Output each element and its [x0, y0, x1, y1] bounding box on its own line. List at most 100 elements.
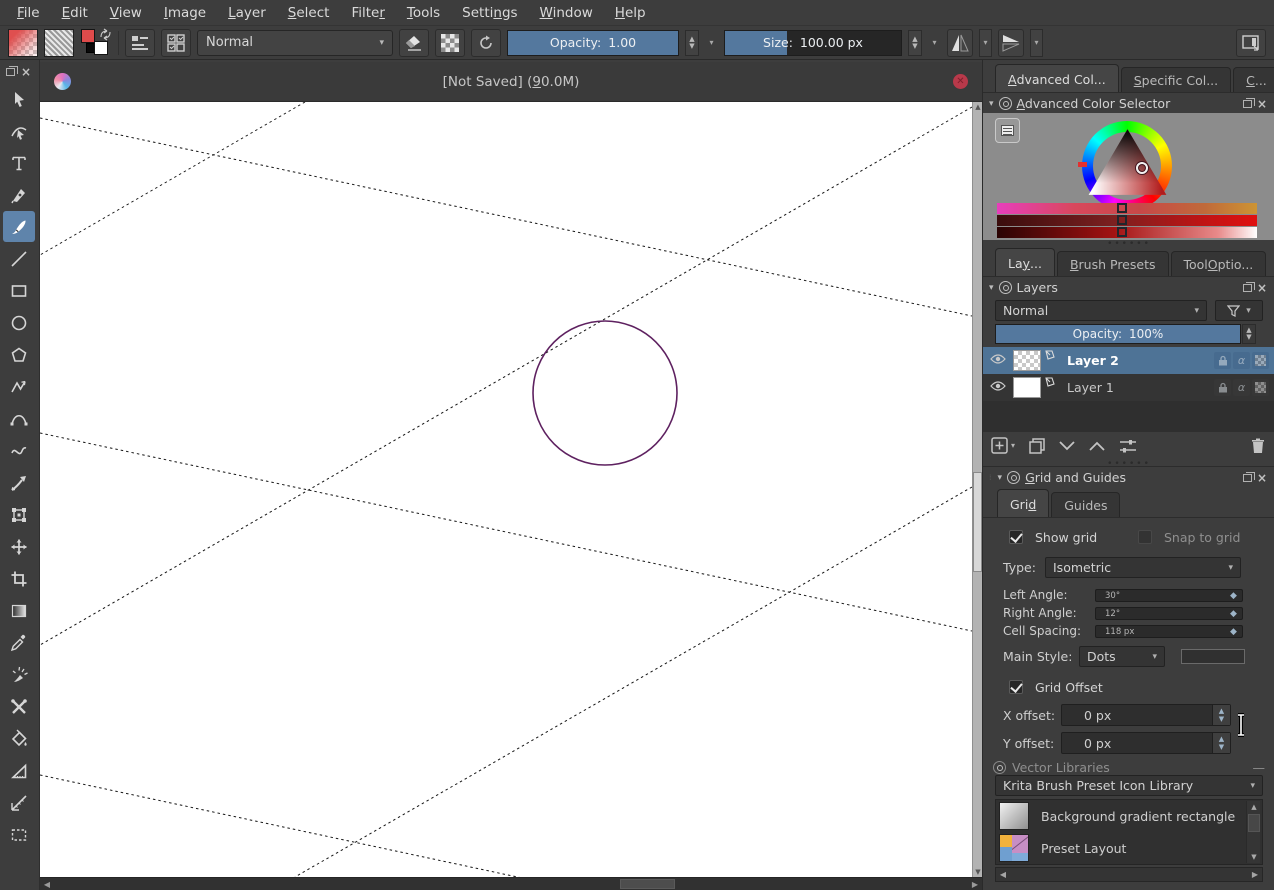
freehand-path-tool[interactable] — [3, 435, 35, 466]
pattern-swatch-button[interactable] — [44, 28, 74, 57]
smart-patch-tool[interactable] — [3, 659, 35, 690]
freehand-brush-tool[interactable] — [3, 211, 35, 242]
snap-to-grid-checkbox[interactable]: Snap to grid — [1138, 530, 1240, 545]
assistants-tool[interactable] — [3, 755, 35, 786]
list-item[interactable]: Background gradient rectangle — [996, 800, 1262, 832]
layer-visibility-eye-icon[interactable] — [983, 380, 1013, 395]
tab-b[interactable]: Brush Presets — [1056, 251, 1169, 277]
tab-grid[interactable]: Gri d — [997, 489, 1050, 518]
scroll-left-icon[interactable]: ◀ — [40, 878, 54, 890]
opacity-stepper[interactable]: ▲ ▼ — [685, 29, 699, 56]
lock-icon[interactable] — [1214, 379, 1231, 396]
horizontal-scrollbar-thumb[interactable] — [620, 879, 675, 889]
menu-file[interactable]: File — [6, 2, 51, 24]
layer-row[interactable]: Layer 2 α — [983, 347, 1274, 374]
scroll-left-icon[interactable]: ◀ — [996, 870, 1010, 879]
transform-tool[interactable] — [3, 499, 35, 530]
inherit-alpha-icon[interactable] — [1252, 379, 1269, 396]
layer-row[interactable]: Layer 1 α — [983, 374, 1274, 401]
alpha-lock-icon[interactable]: α — [1233, 352, 1250, 369]
close-docker-icon[interactable]: × — [1257, 282, 1267, 294]
opacity-options-caret[interactable]: ▾ — [705, 30, 718, 56]
text-tool[interactable] — [3, 147, 35, 178]
blend-mode-combo[interactable]: Normal ▾ — [197, 29, 393, 56]
layer-filter-button[interactable]: ▾ — [1215, 300, 1263, 321]
scroll-up-icon[interactable]: ▲ — [1247, 801, 1261, 813]
stepper-diamond-icon[interactable]: ◆ — [1230, 610, 1239, 619]
preserve-alpha-button[interactable] — [435, 28, 465, 57]
layer-properties-button[interactable] — [1119, 439, 1137, 453]
delete-layer-button[interactable] — [1251, 438, 1265, 454]
menu-tools[interactable]: Tools — [396, 2, 451, 24]
tab-c[interactable]: C... — [1233, 67, 1274, 93]
menu-settings[interactable]: Settings — [451, 2, 528, 24]
eraser-mode-button[interactable] — [399, 28, 429, 57]
rectangle-tool[interactable] — [3, 275, 35, 306]
crop-tool[interactable] — [3, 563, 35, 594]
choose-brush-preset-button[interactable] — [161, 28, 191, 57]
tab-a[interactable]: Advanced Col... — [995, 64, 1119, 93]
minimize-icon[interactable]: — — [1253, 761, 1266, 774]
size-stepper[interactable]: ▲ ▼ — [908, 29, 922, 56]
menu-help[interactable]: Help — [604, 2, 657, 24]
offset-spinbox[interactable]: 0 px ▲ ▼ — [1061, 704, 1231, 726]
size-slider[interactable]: Size: 100.00 px — [724, 29, 902, 56]
stepper-diamond-icon[interactable]: ◆ — [1230, 592, 1239, 601]
menu-window[interactable]: Window — [529, 2, 604, 24]
move-layer-down-button[interactable] — [1059, 440, 1075, 451]
gradient-swatch-button[interactable] — [8, 28, 38, 57]
tab-toolo[interactable]: Tool Optio... — [1170, 251, 1267, 277]
fill-tool[interactable] — [3, 723, 35, 754]
color-shade-strip-1[interactable] — [997, 203, 1257, 214]
alpha-lock-icon[interactable]: α — [1233, 379, 1250, 396]
layer-blend-mode-combo[interactable]: Normal ▾ — [995, 300, 1207, 321]
menu-image[interactable]: Image — [153, 2, 217, 24]
canvas-vertical-scrollbar[interactable]: ▲ ▼ — [972, 102, 982, 877]
ellipse-tool[interactable] — [3, 307, 35, 338]
menu-edit[interactable]: Edit — [51, 2, 99, 24]
choose-workspace-button[interactable] — [1236, 28, 1266, 57]
collapse-icon[interactable]: ▾ — [998, 473, 1003, 483]
preset-library-combo[interactable]: Krita Brush Preset Icon Library ▾ — [995, 775, 1263, 796]
multibrush-tool[interactable] — [3, 691, 35, 722]
float-docker-icon[interactable] — [1242, 97, 1255, 108]
color-sampler-tool[interactable] — [3, 627, 35, 658]
grid-line-preview[interactable] — [1181, 649, 1245, 664]
layer-opacity-stepper[interactable]: ▲ ▼ — [1242, 324, 1256, 344]
close-docker-icon[interactable]: × — [21, 66, 31, 78]
menu-layer[interactable]: Layer — [217, 2, 277, 24]
float-docker-icon[interactable] — [1242, 471, 1255, 482]
tab-s[interactable]: Specific Col... — [1120, 67, 1232, 93]
mirror-vertical-button[interactable] — [998, 28, 1024, 57]
show-grid-checkbox[interactable]: Show grid — [1009, 530, 1097, 545]
move-layer-up-button[interactable] — [1089, 441, 1105, 451]
mirror-horizontal-caret[interactable]: ▾ — [979, 28, 992, 57]
gradient-tool[interactable] — [3, 595, 35, 626]
layer-thumbnail[interactable] — [1013, 350, 1041, 371]
menu-filter[interactable]: Filter — [340, 2, 395, 24]
collapse-icon[interactable]: ▾ — [989, 283, 994, 293]
size-options-caret[interactable]: ▾ — [928, 30, 941, 56]
layer-thumbnail[interactable] — [1013, 377, 1041, 398]
duplicate-layer-button[interactable] — [1029, 437, 1045, 454]
canvas-horizontal-scrollbar[interactable]: ◀ ▶ — [40, 877, 982, 890]
vertical-scrollbar-thumb[interactable] — [973, 472, 982, 572]
close-docker-icon[interactable]: × — [1257, 98, 1267, 110]
foreground-background-colors[interactable] — [80, 28, 112, 58]
reload-original-preset-button[interactable] — [471, 28, 501, 57]
grid-type-combo[interactable]: Isometric ▾ — [1045, 557, 1241, 578]
menu-view[interactable]: View — [99, 2, 153, 24]
calligraphy-tool[interactable] — [3, 179, 35, 210]
resize-grip[interactable]: •••••• — [983, 240, 1274, 249]
mirror-vertical-caret[interactable]: ▾ — [1030, 28, 1043, 57]
foreground-color-swatch[interactable] — [81, 28, 95, 43]
float-docker-icon[interactable] — [6, 66, 18, 76]
color-selector-settings-button[interactable] — [995, 118, 1020, 143]
dynamic-brush-tool[interactable] — [3, 467, 35, 498]
swap-colors-icon[interactable] — [99, 28, 112, 41]
scroll-right-icon[interactable]: ▶ — [968, 878, 982, 890]
color-shade-strip-3[interactable] — [997, 227, 1257, 238]
offset-spinbox[interactable]: 0 px ▲ ▼ — [1061, 732, 1231, 754]
menu-select[interactable]: Select — [277, 2, 341, 24]
slider-field[interactable]: 12° ◆ — [1095, 607, 1243, 620]
